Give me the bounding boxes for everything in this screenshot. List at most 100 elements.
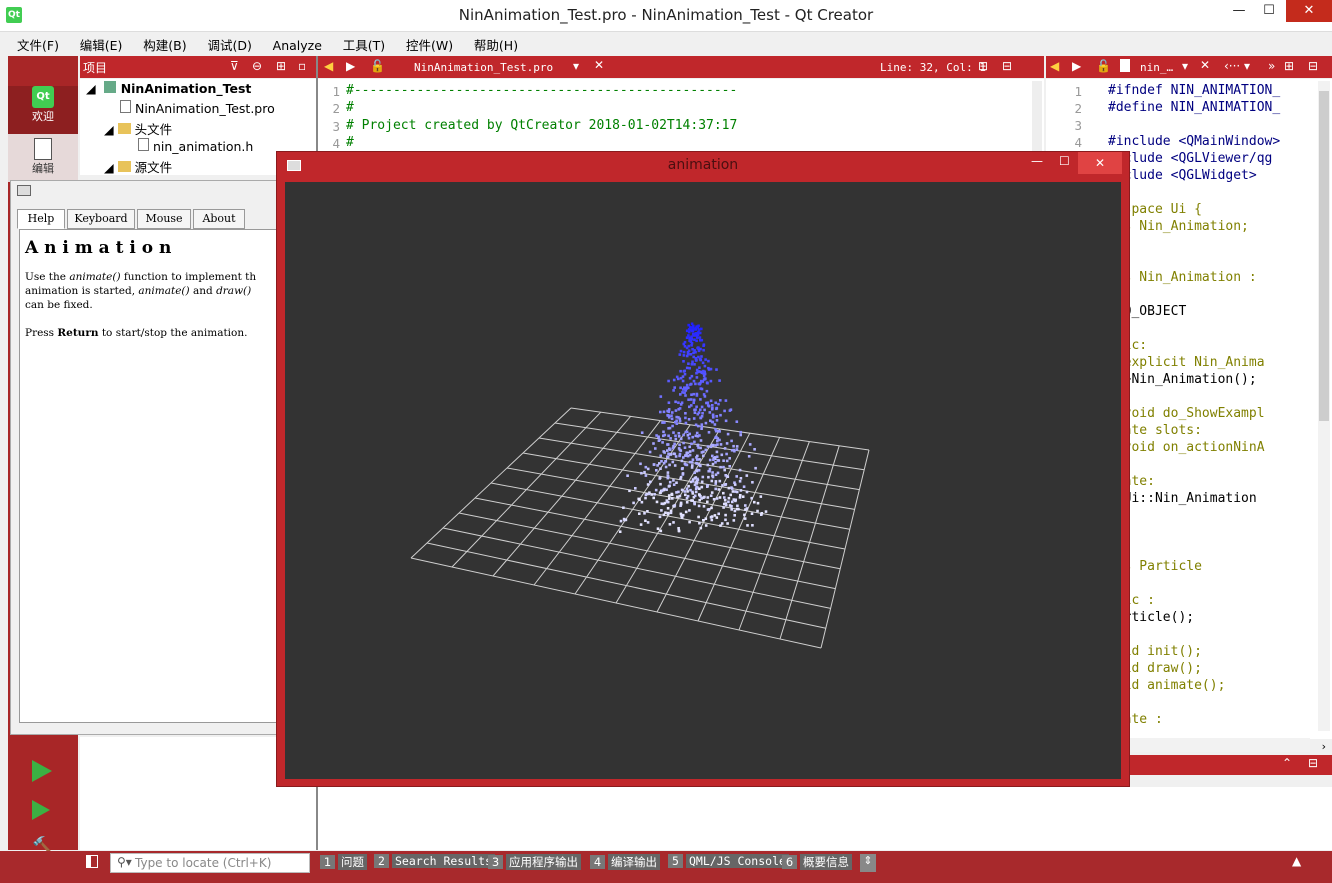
particle — [734, 490, 737, 493]
back-arrow-icon[interactable]: ◀ — [324, 59, 333, 73]
particle — [705, 401, 708, 405]
particle — [685, 346, 689, 350]
particle — [678, 417, 682, 421]
code-editor[interactable]: 1 #-------------------------------------… — [318, 79, 1044, 159]
expand-icon[interactable]: ◢ — [104, 160, 118, 175]
mode-welcome-label: 欢迎 — [32, 110, 54, 123]
close-split-icon[interactable]: ⊟ — [1002, 59, 1012, 73]
particle — [670, 417, 674, 421]
editor-scrollbar[interactable] — [1032, 81, 1042, 157]
gl-viewer-canvas[interactable] — [285, 182, 1121, 779]
menu-analyze[interactable]: Analyze — [273, 35, 322, 53]
line-number: 2 — [1074, 101, 1082, 116]
expand-icon[interactable]: ◢ — [86, 81, 100, 96]
code-line: # — [346, 135, 354, 150]
show-output-icon[interactable]: ▲ — [1292, 854, 1301, 868]
close-document-icon[interactable]: ✕ — [594, 58, 604, 72]
output-button-general-messages[interactable]: 6 概要信息 — [782, 854, 852, 873]
scroll-thumb[interactable] — [1319, 91, 1329, 421]
toggle-sidebar-icon[interactable] — [86, 855, 98, 868]
menu-tools[interactable]: 工具(T) — [343, 32, 385, 54]
link-icon[interactable]: ⊖ — [252, 59, 262, 73]
maximize-button[interactable]: ☐ — [1059, 154, 1070, 168]
editor2-scrollbar[interactable] — [1318, 81, 1330, 731]
particle — [704, 358, 707, 361]
tree-item-pro[interactable]: NinAnimation_Test.pro — [120, 100, 275, 119]
tree-item-header-file[interactable]: nin_animation.h — [138, 138, 253, 157]
minimize-button[interactable]: — — [1031, 154, 1043, 168]
editor-file-name[interactable]: NinAnimation_Test.pro — [414, 61, 553, 74]
tab-mouse[interactable]: Mouse — [137, 209, 191, 229]
forward-arrow-icon[interactable]: ▶ — [1072, 59, 1081, 73]
editor2-hscroll[interactable] — [1130, 738, 1310, 752]
particle — [703, 408, 706, 412]
more-panes-icon[interactable]: ⇕ — [860, 854, 876, 872]
particle — [659, 410, 662, 414]
menu-help[interactable]: 帮助(H) — [474, 32, 518, 54]
minimize-button[interactable]: — — [1222, 0, 1256, 22]
debug-run-icon[interactable] — [32, 800, 50, 820]
output-button-compile-output[interactable]: 4 编译输出 — [590, 854, 660, 873]
file-dropdown-icon[interactable]: ▾ — [573, 59, 579, 73]
close-button[interactable]: ✕ — [1078, 152, 1122, 174]
particle — [680, 459, 684, 463]
more-icon[interactable]: » — [1268, 59, 1275, 73]
split-icon[interactable]: ⊞ — [276, 59, 286, 73]
search-icon: ⚲▾ — [117, 855, 132, 869]
mode-welcome[interactable]: Qt 欢迎 — [8, 86, 78, 134]
maximize-panel-icon[interactable]: ⌃ — [1282, 756, 1292, 770]
close-panel-icon[interactable]: ▫ — [298, 59, 306, 73]
particle — [674, 434, 677, 438]
output-button-search-results[interactable]: 2 Search Results — [374, 854, 495, 873]
editor2-file-name[interactable]: nin_… — [1140, 61, 1173, 74]
run-icon[interactable] — [32, 760, 52, 782]
forward-arrow-icon[interactable]: ▶ — [346, 59, 355, 73]
tree-item-sources[interactable]: ◢ 源文件 — [104, 157, 172, 176]
expand-icon[interactable]: ◢ — [104, 122, 118, 137]
filter-icon[interactable]: ⊽ — [230, 59, 239, 73]
locate-input[interactable]: ⚲▾ Type to locate (Ctrl+K) — [110, 853, 310, 873]
file-dropdown-icon[interactable]: ▾ — [1182, 59, 1188, 73]
particle — [666, 414, 669, 417]
output-button-issues[interactable]: 1 问题 — [320, 854, 367, 873]
output-button-qml-console[interactable]: 5 QML/JS Console — [668, 854, 789, 873]
output-button-app-output[interactable]: 3 应用程序输出 — [488, 854, 581, 873]
particle — [695, 325, 699, 328]
menu-file[interactable]: 文件(F) — [17, 32, 59, 54]
particle — [660, 489, 664, 493]
particle — [764, 510, 768, 513]
close-panel-icon[interactable]: ⊟ — [1308, 756, 1318, 770]
tab-keyboard[interactable]: Keyboard — [67, 209, 135, 229]
project-panel-title[interactable]: 项目 — [83, 59, 107, 76]
menu-edit[interactable]: 编辑(E) — [80, 32, 123, 54]
particle — [725, 459, 729, 463]
tab-help[interactable]: Help — [17, 209, 65, 229]
menu-controls[interactable]: 控件(W) — [406, 32, 453, 54]
tab-about[interactable]: About — [193, 209, 245, 229]
maximize-button[interactable]: ☐ — [1252, 0, 1286, 22]
menu-debug[interactable]: 调试(D) — [207, 32, 251, 54]
split-icon[interactable]: ⊞ — [978, 59, 988, 73]
close-document-icon[interactable]: ✕ — [1200, 58, 1210, 72]
back-arrow-icon[interactable]: ◀ — [1050, 59, 1059, 73]
particle — [727, 500, 730, 504]
particle — [702, 454, 705, 458]
menu-build[interactable]: 构建(B) — [143, 32, 186, 54]
particle — [687, 330, 691, 334]
split-icon[interactable]: ⊞ — [1284, 59, 1294, 73]
particle — [684, 394, 687, 397]
tree-item-headers[interactable]: ◢ 头文件 — [104, 119, 172, 138]
particle — [722, 491, 725, 495]
particle — [659, 467, 662, 470]
symbols-dropdown-icon[interactable]: ‹··· ▾ — [1224, 59, 1250, 73]
particle — [704, 448, 708, 452]
particle — [709, 399, 713, 403]
mode-edit[interactable]: 编辑 — [8, 134, 78, 182]
close-split-icon[interactable]: ⊟ — [1308, 59, 1318, 73]
tree-item-project[interactable]: ◢ NinAnimation_Test — [86, 81, 251, 100]
scroll-right-icon[interactable]: › — [1322, 740, 1326, 753]
particle — [699, 370, 703, 374]
particle — [741, 495, 745, 498]
particle — [702, 374, 706, 378]
close-button[interactable]: ✕ — [1286, 0, 1332, 22]
